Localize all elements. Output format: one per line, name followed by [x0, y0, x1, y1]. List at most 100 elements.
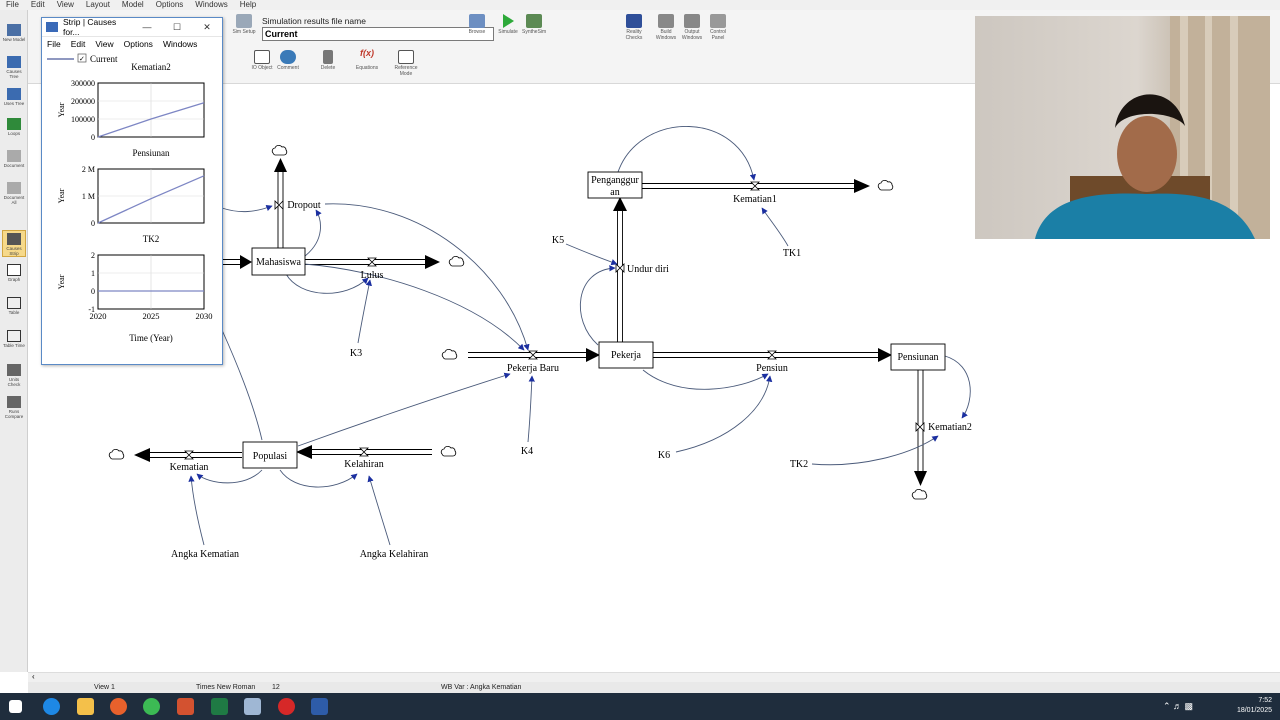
screen-recorder-icon[interactable] — [278, 698, 295, 715]
menu-options[interactable]: Options — [156, 0, 184, 10]
vensim-icon[interactable] — [244, 698, 261, 715]
strip-x-tick: 2020 — [90, 311, 107, 321]
aux-angka-kelahiran[interactable]: Angka Kelahiran — [360, 549, 429, 560]
scroll-left-icon[interactable]: ‹ — [32, 672, 35, 681]
io-object-button[interactable]: IO Object — [250, 50, 274, 71]
canvas-hscrollbar[interactable]: ‹ — [28, 672, 1280, 682]
causes-tree-button[interactable]: Causes Tree — [2, 56, 26, 79]
document-all-button[interactable]: Document All — [2, 182, 26, 205]
windows-start-icon[interactable] — [9, 700, 22, 713]
strip-menu-edit[interactable]: Edit — [71, 37, 86, 51]
build-windows-button[interactable]: Build Windows — [654, 14, 678, 41]
io-object-icon — [254, 50, 270, 64]
aux-k4[interactable]: K4 — [521, 446, 533, 457]
aux-k3[interactable]: K3 — [350, 348, 362, 359]
reality-checks-button[interactable]: Reality Checks — [622, 14, 646, 41]
flow-kematian2-label[interactable]: Kematian2 — [928, 422, 972, 433]
strip-chart-title: Pensiunan — [133, 148, 170, 158]
excel-icon[interactable] — [211, 698, 228, 715]
control-panel-button[interactable]: Control Panel — [706, 14, 730, 41]
output-windows-button[interactable]: Output Windows — [680, 14, 704, 41]
causes-strip-window[interactable]: Strip | Causes for... — ☐ ✕ File Edit Vi… — [41, 17, 223, 365]
aux-k5[interactable]: K5 — [552, 235, 564, 246]
strip-menu-options[interactable]: Options — [124, 37, 153, 51]
status-font-size[interactable]: 12 — [272, 682, 280, 693]
table-button[interactable]: Table — [2, 297, 26, 315]
runs-compare-button[interactable]: Runs Compare — [2, 396, 26, 419]
close-button[interactable]: ✕ — [192, 22, 222, 33]
strip-chart-title: Kematian2 — [131, 62, 171, 72]
stock-populasi[interactable]: Populasi — [242, 441, 298, 469]
aux-tk2[interactable]: TK2 — [790, 459, 808, 470]
minimize-button[interactable]: — — [132, 22, 162, 32]
causal-links — [188, 126, 971, 546]
file-explorer-icon[interactable] — [77, 698, 94, 715]
stock-pekerja[interactable]: Pekerja — [598, 341, 654, 369]
flow-pekerja-baru-label[interactable]: Pekerja Baru — [507, 363, 559, 374]
uses-tree-icon — [7, 88, 21, 100]
stock-pensiunan[interactable]: Pensiunan — [890, 343, 946, 371]
powerpoint-icon[interactable] — [177, 698, 194, 715]
taskbar-clock[interactable]: 7:52 18/01/2025 — [1222, 696, 1272, 716]
comment-button[interactable]: Comment — [276, 50, 300, 71]
status-view[interactable]: View 1 — [94, 682, 115, 693]
flow-kematian1-label[interactable]: Kematian1 — [733, 194, 777, 205]
loops-icon — [7, 118, 21, 130]
units-check-button[interactable]: Units Check — [2, 364, 26, 387]
table-time-button[interactable]: Table Time — [2, 330, 26, 348]
simulate-button[interactable]: Simulate — [496, 14, 520, 35]
stock-pengangguran[interactable]: Penganggur an — [587, 171, 643, 199]
strip-title-bar[interactable]: Strip | Causes for... — ☐ ✕ — [42, 17, 222, 37]
menu-edit[interactable]: Edit — [31, 0, 45, 10]
uses-tree-button[interactable]: Uses Tree — [2, 88, 26, 106]
flow-kelahiran-label[interactable]: Kelahiran — [344, 459, 383, 470]
flow-kematian-label[interactable]: Kematian — [170, 462, 209, 473]
delete-button[interactable]: Delete — [316, 50, 340, 71]
strip-menu-windows[interactable]: Windows — [163, 37, 197, 51]
flow-lulus-label[interactable]: Lulus — [361, 270, 384, 281]
strip-window-title: Strip | Causes for... — [63, 17, 117, 37]
units-check-icon — [7, 364, 21, 376]
menu-file[interactable]: File — [6, 0, 19, 10]
new-model-button[interactable]: New Model — [2, 24, 26, 42]
document-button[interactable]: Document — [2, 150, 26, 168]
reference-mode-button[interactable]: Reference Mode — [392, 50, 420, 77]
flow-arrowheads — [134, 158, 927, 486]
reality-checks-icon — [626, 14, 642, 28]
chrome-icon[interactable] — [143, 698, 160, 715]
strip-menu-file[interactable]: File — [47, 37, 61, 51]
synthesim-button[interactable]: SyntheSim — [522, 14, 546, 35]
flow-pensiun-label[interactable]: Pensiun — [756, 363, 788, 374]
flow-undur-diri-label[interactable]: Undur diri — [627, 264, 669, 275]
folder-icon — [469, 14, 485, 28]
stock-mahasiswa[interactable]: Mahasiswa — [251, 247, 306, 276]
status-font[interactable]: Times New Roman — [196, 682, 255, 693]
firefox-icon[interactable] — [110, 698, 127, 715]
graph-button[interactable]: Graph — [2, 264, 26, 282]
strip-y-tick: 2 — [91, 251, 95, 260]
equations-button[interactable]: f(x) Equations — [354, 49, 380, 72]
menu-windows[interactable]: Windows — [195, 0, 227, 10]
menu-model[interactable]: Model — [122, 0, 144, 10]
flow-dropout-label[interactable]: Dropout — [287, 200, 321, 211]
browse-button[interactable]: Browse — [466, 14, 488, 35]
system-tray-icons[interactable]: ⌃ ♬ ▩ — [1163, 701, 1193, 711]
app-icon[interactable] — [311, 698, 328, 715]
strip-menu-view[interactable]: View — [95, 37, 113, 51]
aux-angka-kematian[interactable]: Angka Kematian — [171, 549, 239, 560]
sim-results-input[interactable]: Current — [262, 27, 494, 41]
strip-chart-ylabel: Year — [57, 188, 66, 203]
maximize-button[interactable]: ☐ — [162, 22, 192, 33]
menu-help[interactable]: Help — [240, 0, 256, 10]
loops-button[interactable]: Loops — [2, 118, 26, 136]
menu-view[interactable]: View — [57, 0, 74, 10]
strip-y-tick: 2 M — [82, 165, 95, 174]
sim-setup-button[interactable]: Sim Setup — [232, 14, 256, 35]
aux-tk1[interactable]: TK1 — [783, 248, 801, 259]
edge-icon[interactable] — [43, 698, 60, 715]
strip-y-tick: 0 — [91, 287, 95, 296]
causes-strip-button[interactable]: Causes Strip — [2, 230, 26, 257]
menu-layout[interactable]: Layout — [86, 0, 110, 10]
trash-icon — [323, 50, 333, 64]
aux-k6[interactable]: K6 — [658, 450, 670, 461]
